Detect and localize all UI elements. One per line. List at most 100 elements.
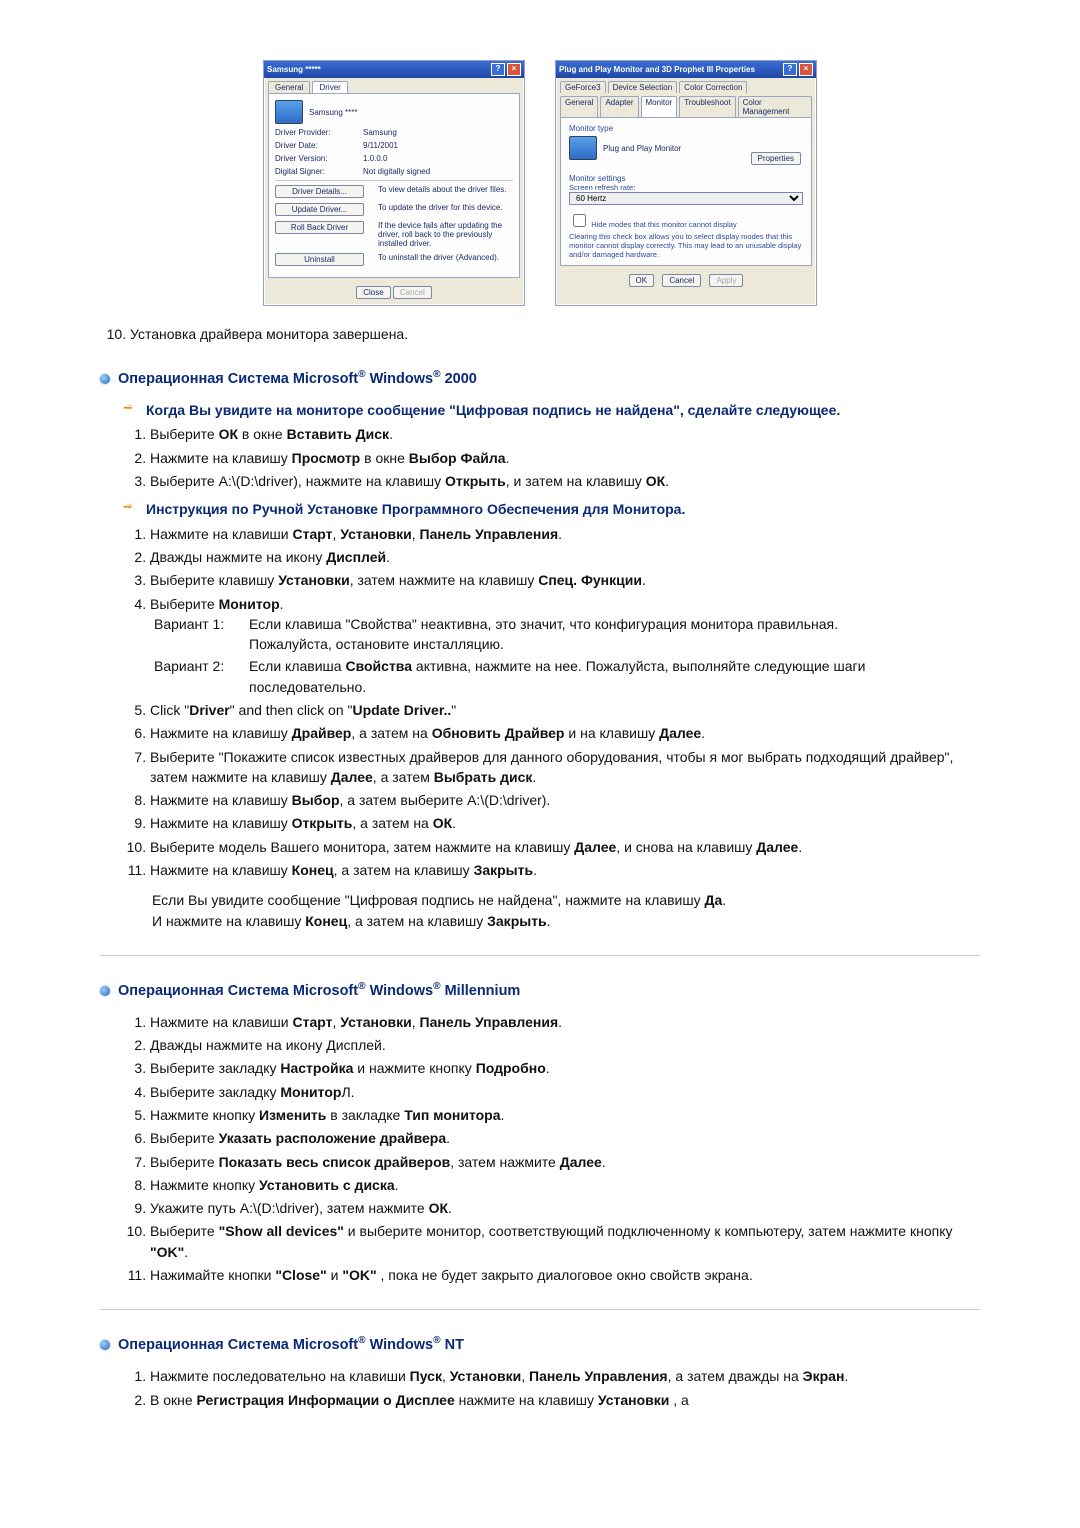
list-item: Выберите закладку Настройка и нажмите кн… [150,1058,980,1078]
tab-general[interactable]: General [268,81,310,93]
refresh-rate-select[interactable]: 60 Hertz [569,192,803,205]
help-icon[interactable]: ? [783,63,797,76]
tab-monitor[interactable]: Monitor [641,96,678,117]
list-item: Нажмите последовательно на клавиши Пуск,… [150,1366,980,1386]
list-item: Дважды нажмите на икону Дисплей. [150,547,980,567]
tab-troubleshoot[interactable]: Troubleshoot [679,96,735,117]
list-item: Выберите клавишу Установки, затем нажмит… [150,570,980,590]
group-label: Monitor type [569,124,803,133]
list-item: Нажимайте кнопки "Close" и "OK" , пока н… [150,1265,980,1285]
list-item: Нажмите на клавишу Конец, а затем на кла… [150,860,980,880]
update-driver-button[interactable]: Update Driver... [275,203,364,216]
list-item: Нажмите на клавиши Старт, Установки, Пан… [150,524,980,544]
label: Digital Signer: [275,167,355,176]
section-heading-wme: Операционная Система Microsoft® Windows®… [100,980,980,1002]
cancel-button[interactable]: Cancel [662,274,701,287]
dash-icon [120,400,136,416]
hide-modes-checkbox[interactable] [573,214,586,227]
ok-button[interactable]: OK [629,274,655,287]
desc: To view details about the driver files. [378,185,513,194]
list-item: Нажмите кнопку Изменить в закладке Тип м… [150,1105,980,1125]
properties-button[interactable]: Properties [751,152,801,165]
list-item: Выберите ОК в окне Вставить Диск. [150,424,980,444]
label: Driver Version: [275,154,355,163]
hint-text: Clearing this check box allows you to se… [569,232,803,259]
checkbox-label: Hide modes that this monitor cannot disp… [591,220,737,229]
list-item: Выберите "Покажите список известных драй… [150,747,980,788]
driver-properties-dialog: Samsung ***** ? × General Driver Samsung… [263,60,525,306]
separator [100,1309,980,1310]
tab-adapter[interactable]: Adapter [600,96,638,117]
help-icon[interactable]: ? [491,63,505,76]
tab-device-selection[interactable]: Device Selection [608,81,678,93]
subheading: Инструкция по Ручной Установке Программн… [120,499,980,519]
list-item: Нажмите на клавиши Старт, Установки, Пан… [150,1012,980,1032]
dialog-screenshots: Samsung ***** ? × General Driver Samsung… [100,60,980,306]
dialog-title: Plug and Play Monitor and 3D Prophet III… [559,65,755,74]
note-block: Если Вы увидите сообщение "Цифровая подп… [152,890,980,931]
bullet-icon [100,1340,110,1350]
close-icon[interactable]: × [799,63,813,76]
variant-text: Если клавиша "Свойства" неактивна, это з… [249,614,980,655]
dash-icon [120,499,136,515]
label: Driver Provider: [275,128,355,137]
group-label: Monitor settings [569,174,803,183]
desc: To update the driver for this device. [378,203,513,212]
list-item: Нажмите на клавишу Просмотр в окне Выбор… [150,448,980,468]
tab-general[interactable]: General [560,96,598,117]
variant-text: Если клавиша Свойства активна, нажмите н… [249,656,980,697]
list-item: Выберите Монитор. Вариант 1:Если клавиша… [150,594,980,697]
list-item: Выберите A:\(D:\driver), нажмите на клав… [150,471,980,491]
list-item: Выберите Указать расположение драйвера. [150,1128,980,1148]
rollback-driver-button[interactable]: Roll Back Driver [275,221,364,234]
uninstall-button[interactable]: Uninstall [275,253,364,266]
steps-list: Нажмите последовательно на клавиши Пуск,… [122,1366,980,1410]
tab-color-correction[interactable]: Color Correction [679,81,747,93]
list-item: Выберите модель Вашего монитора, затем н… [150,837,980,857]
driver-details-button[interactable]: Driver Details... [275,185,364,198]
dialog-title: Samsung ***** [267,65,321,74]
variant-label: Вариант 1: [154,614,239,655]
monitor-type-value: Plug and Play Monitor [603,144,681,153]
section-heading-w2000: Операционная Система Microsoft® Windows®… [100,368,980,390]
close-icon[interactable]: × [507,63,521,76]
steps-list: Выберите ОК в окне Вставить Диск. Нажмит… [122,424,980,491]
steps-list: Нажмите на клавиши Старт, Установки, Пан… [122,524,980,881]
apply-button: Apply [709,274,743,287]
subheading: Когда Вы увидите на мониторе сообщение "… [120,400,980,420]
section-heading-wnt: Операционная Система Microsoft® Windows®… [100,1334,980,1356]
list-item: Нажмите на клавишу Выбор, а затем выбери… [150,790,980,810]
steps-list: Нажмите на клавиши Старт, Установки, Пан… [122,1012,980,1286]
desc: To uninstall the driver (Advanced). [378,253,513,262]
value: 1.0.0.0 [363,154,387,163]
tab-driver[interactable]: Driver [312,81,347,93]
monitor-icon [569,136,597,160]
value: 9/11/2001 [363,141,398,150]
label: Screen refresh rate: [569,183,803,192]
list-item: Дважды нажмите на икону Дисплей. [150,1035,980,1055]
list-item: Укажите путь A:\(D:\driver), затем нажми… [150,1198,980,1218]
list-item: Нажмите кнопку Установить с диска. [150,1175,980,1195]
list-item: Выберите Показать весь список драйверов,… [150,1152,980,1172]
device-name: Samsung **** [309,108,357,117]
value: Not digitally signed [363,167,430,176]
variant-label: Вариант 2: [154,656,239,697]
tab-color-management[interactable]: Color Management [738,96,812,117]
desc: If the device fails after updating the d… [378,221,513,248]
list-item: Нажмите на клавишу Драйвер, а затем на О… [150,723,980,743]
list-item: Установка драйвера монитора завершена. [130,324,980,344]
list-item: Click "Driver" and then click on "Update… [150,700,980,720]
value: Samsung [363,128,397,137]
list-item: Выберите "Show all devices" и выберите м… [150,1221,980,1262]
list-item: Нажмите на клавишу Открыть, а затем на О… [150,813,980,833]
separator [100,955,980,956]
bullet-icon [100,374,110,384]
list-item: В окне Регистрация Информации о Дисплее … [150,1390,980,1410]
label: Driver Date: [275,141,355,150]
list-item: Выберите закладку МониторЛ. [150,1082,980,1102]
monitor-properties-dialog: Plug and Play Monitor and 3D Prophet III… [555,60,817,306]
cancel-button: Cancel [393,286,432,299]
tab-geforce3[interactable]: GeForce3 [560,81,606,93]
bullet-icon [100,986,110,996]
close-button[interactable]: Close [356,286,390,299]
